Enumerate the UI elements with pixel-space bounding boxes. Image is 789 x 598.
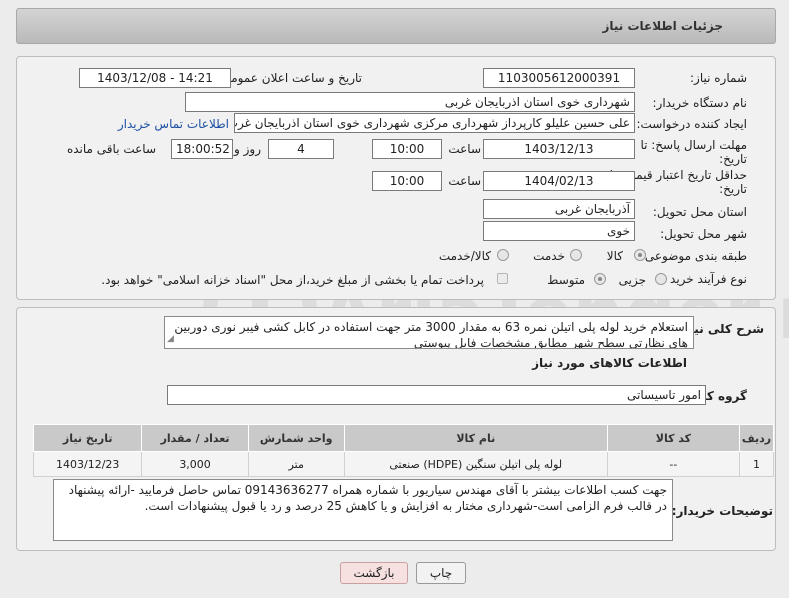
- process-radio-medium[interactable]: [594, 273, 606, 285]
- treasury-payment-checkbox[interactable]: [497, 273, 508, 284]
- goods-table: ردیف کد کالا نام کالا واحد شمارش تعداد /…: [32, 424, 775, 477]
- goods-group-field[interactable]: امور تاسیساتی: [167, 385, 706, 405]
- category-radio-goods[interactable]: [634, 249, 646, 261]
- category-radio-goods-service[interactable]: [497, 249, 509, 261]
- treasury-payment-note: پرداخت تمام یا بخشی از مبلغ خرید،از محل …: [101, 273, 484, 287]
- col-date-header: تاریخ نیاز: [32, 424, 143, 452]
- category-radio-service[interactable]: [570, 249, 582, 261]
- city-field[interactable]: خوی: [483, 221, 635, 241]
- buyer-notes-textbox[interactable]: جهت کسب اطلاعات بیشتر با آقای مهندس سیار…: [53, 479, 673, 541]
- validity-time-label: ساعت: [448, 174, 481, 188]
- table-row: 1 -- لوله پلی اتیلن سنگین (HDPE) صنعتی م…: [32, 451, 775, 477]
- need-number-label: شماره نیاز:: [690, 71, 747, 85]
- back-button[interactable]: بازگشت: [340, 562, 408, 584]
- col-name-header: نام کالا: [343, 424, 608, 452]
- goods-table-header: ردیف کد کالا نام کالا واحد شمارش تعداد /…: [32, 424, 775, 452]
- col-unit-header: واحد شمارش: [247, 424, 345, 452]
- col-code-header: کد کالا: [606, 424, 740, 452]
- resize-grip-icon[interactable]: ◢: [167, 331, 174, 347]
- summary-text: استعلام خرید لوله پلی اتیلن نمره 63 به م…: [174, 320, 688, 349]
- province-label: استان محل تحویل:: [652, 205, 747, 219]
- col-qty-header: تعداد / مقدار: [141, 424, 249, 452]
- col-row-header: ردیف: [738, 424, 775, 452]
- time-remaining-field[interactable]: 18:00:52: [171, 139, 233, 159]
- validity-date-field[interactable]: 1404/02/13: [483, 171, 635, 191]
- buyer-org-field[interactable]: شهرداری خوی استان اذربایجان غربی: [185, 92, 635, 112]
- buyer-notes-label: توضیحات خریدار:: [671, 504, 773, 518]
- deadline-time-field[interactable]: 10:00: [372, 139, 442, 159]
- validity-time-field[interactable]: 10:00: [372, 171, 442, 191]
- process-option-minor: جزیی: [618, 273, 646, 287]
- deadline-label: مهلت ارسال پاسخ: تا: [640, 138, 747, 152]
- category-label: طبقه بندی موضوعی:: [640, 249, 747, 263]
- cell-row: 1: [738, 451, 775, 477]
- summary-textbox[interactable]: استعلام خرید لوله پلی اتیلن نمره 63 به م…: [164, 316, 694, 349]
- category-option-service: خدمت: [533, 249, 565, 263]
- cell-code: --: [606, 451, 740, 477]
- city-label: شهر محل تحویل:: [660, 227, 747, 241]
- days-remaining-field[interactable]: 4: [268, 139, 334, 159]
- page-title: جزئیات اطلاعات نیاز: [602, 19, 723, 33]
- requester-label: ایجاد کننده درخواست:: [636, 117, 747, 131]
- announce-date-label: تاریخ و ساعت اعلان عمومی:: [217, 71, 362, 85]
- need-number-field[interactable]: 1103005612000391: [483, 68, 635, 88]
- process-option-medium: متوسط: [547, 273, 585, 287]
- requester-field[interactable]: علی حسین علیلو کارپرداز شهرداری مرکزی شه…: [234, 113, 635, 133]
- province-field[interactable]: آذربایجان غربی: [483, 199, 635, 219]
- page-header: جزئیات اطلاعات نیاز: [16, 8, 776, 44]
- cell-qty: 3,000: [141, 451, 249, 477]
- days-label: روز و: [234, 142, 261, 156]
- process-radio-minor[interactable]: [655, 273, 667, 285]
- process-label: نوع فرآیند خرید :: [662, 272, 747, 286]
- deadline-date-label: تاریخ:: [719, 152, 747, 166]
- deadline-date-field[interactable]: 1403/12/13: [483, 139, 635, 159]
- print-button[interactable]: چاپ: [416, 562, 466, 584]
- buyer-notes-text: جهت کسب اطلاعات بیشتر با آقای مهندس سیار…: [68, 483, 667, 513]
- category-option-goods-service: کالا/خدمت: [438, 249, 491, 263]
- category-option-goods: کالا: [606, 249, 623, 263]
- cell-date: 1403/12/23: [32, 451, 143, 477]
- validity-date-label: تاریخ:: [719, 182, 747, 196]
- goods-section-title: اطلاعات کالاهای مورد نیاز: [532, 356, 687, 370]
- cell-unit: متر: [247, 451, 345, 477]
- buyer-contact-link[interactable]: اطلاعات تماس خریدار: [118, 117, 229, 131]
- buyer-org-label: نام دستگاه خریدار:: [652, 96, 748, 110]
- time-remaining-label: ساعت باقی مانده: [66, 142, 156, 156]
- announce-date-field[interactable]: 1403/12/08 - 14:21: [79, 68, 231, 88]
- deadline-time-label: ساعت: [448, 142, 481, 156]
- cell-name: لوله پلی اتیلن سنگین (HDPE) صنعتی: [343, 451, 608, 477]
